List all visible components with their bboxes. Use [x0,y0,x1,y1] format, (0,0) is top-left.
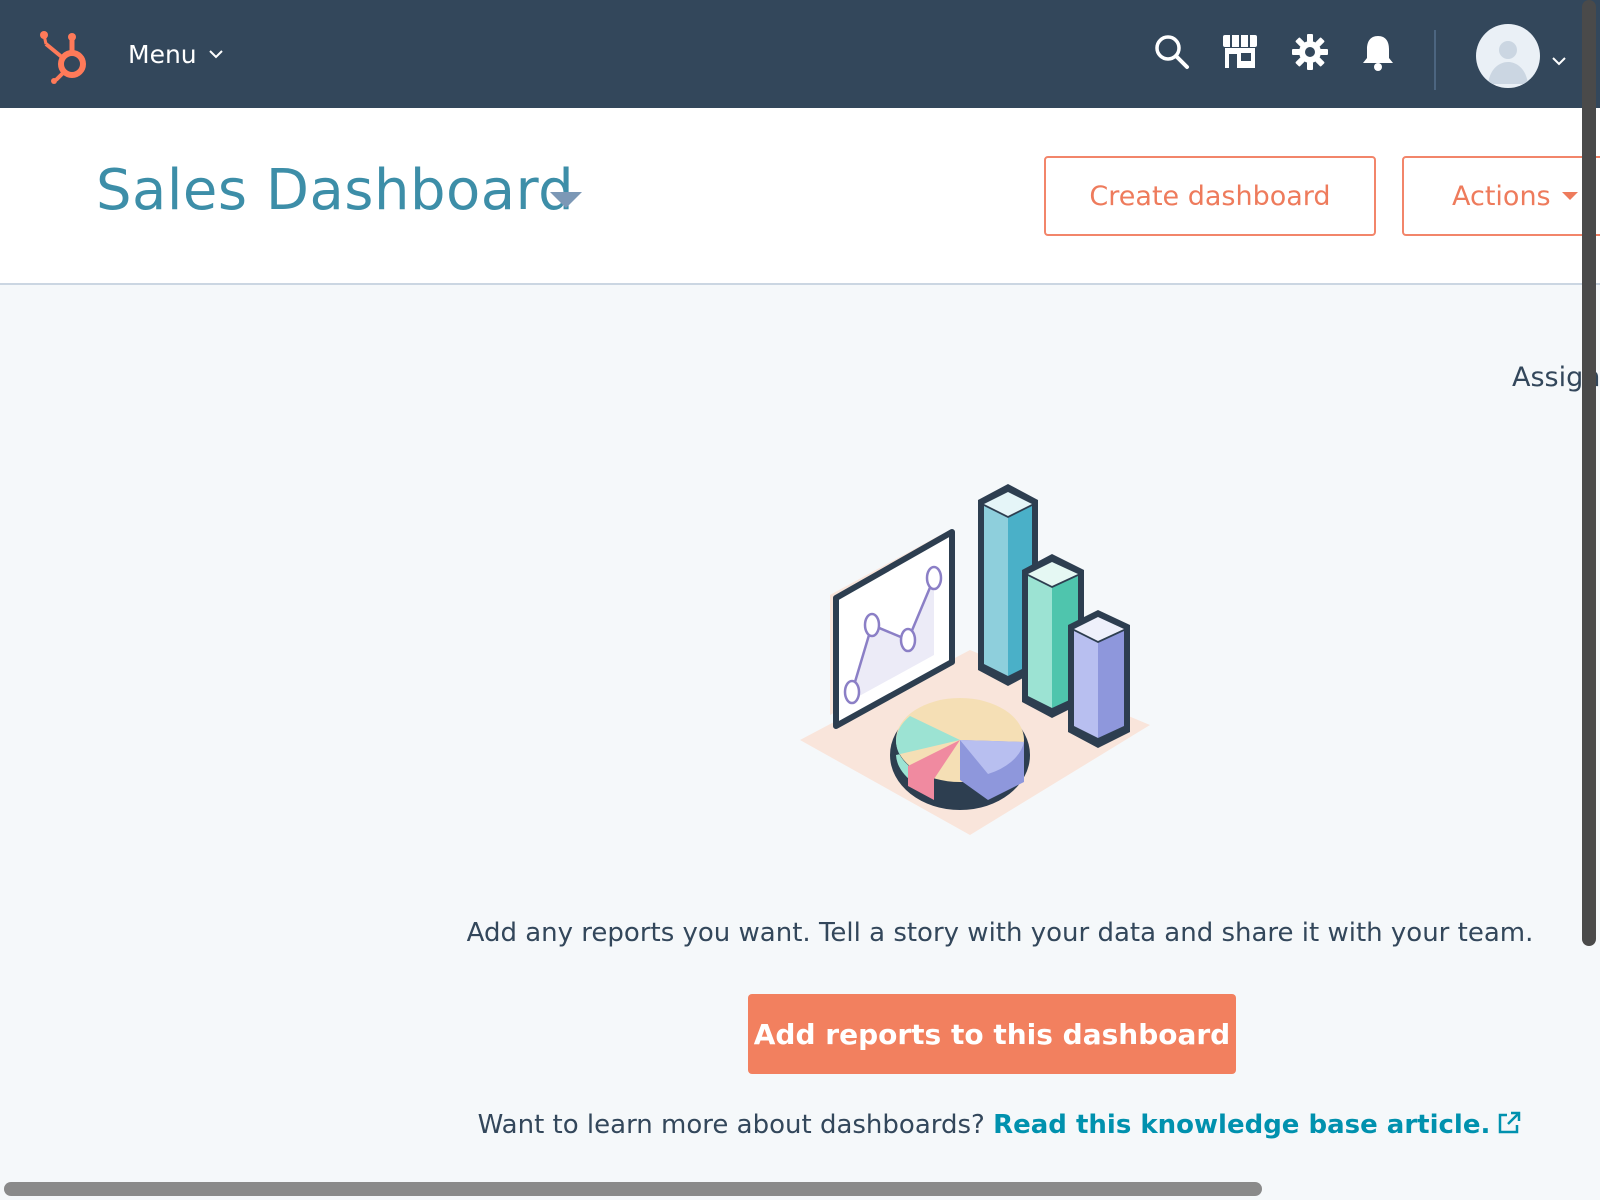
chevron-down-icon [208,50,223,59]
bell-icon[interactable] [1358,32,1398,72]
hubspot-logo[interactable] [36,26,94,84]
search-icon[interactable] [1152,32,1192,72]
create-dashboard-label: Create dashboard [1089,180,1331,212]
actions-label: Actions [1452,180,1551,212]
create-dashboard-button[interactable]: Create dashboard [1044,156,1376,236]
add-reports-button[interactable]: Add reports to this dashboard [748,994,1236,1074]
user-avatar-icon [1488,41,1528,84]
add-reports-label: Add reports to this dashboard [753,1017,1231,1051]
learn-more-text: Want to learn more about dashboards? Rea… [400,1110,1600,1140]
chevron-down-icon[interactable] [1550,52,1568,70]
caret-down-icon [1561,192,1578,200]
page-header: Sales Dashboard Create dashboard Actions [0,108,1600,285]
learn-more-prefix: Want to learn more about dashboards? [477,1110,985,1140]
horizontal-scrollbar[interactable] [4,1182,1262,1196]
menu-label: Menu [128,39,197,69]
actions-button[interactable]: Actions [1402,156,1600,236]
avatar[interactable] [1476,24,1540,88]
gear-icon[interactable] [1290,32,1330,72]
top-navigation-bar: Menu [0,0,1600,108]
empty-state-message: Add any reports you want. Tell a story w… [466,918,1534,948]
nav-divider [1434,30,1436,90]
vertical-scrollbar[interactable] [1582,0,1596,946]
knowledge-base-link[interactable]: Read this knowledge base article. [993,1110,1522,1140]
page-title[interactable]: Sales Dashboard [96,158,574,223]
caret-down-icon[interactable] [548,188,584,212]
dashboard-illustration [800,484,1150,835]
menu-button[interactable]: Menu [128,36,225,72]
marketplace-icon[interactable] [1220,32,1260,72]
external-link-icon [1499,1111,1521,1134]
knowledge-base-link-label: Read this knowledge base article. [993,1110,1491,1140]
